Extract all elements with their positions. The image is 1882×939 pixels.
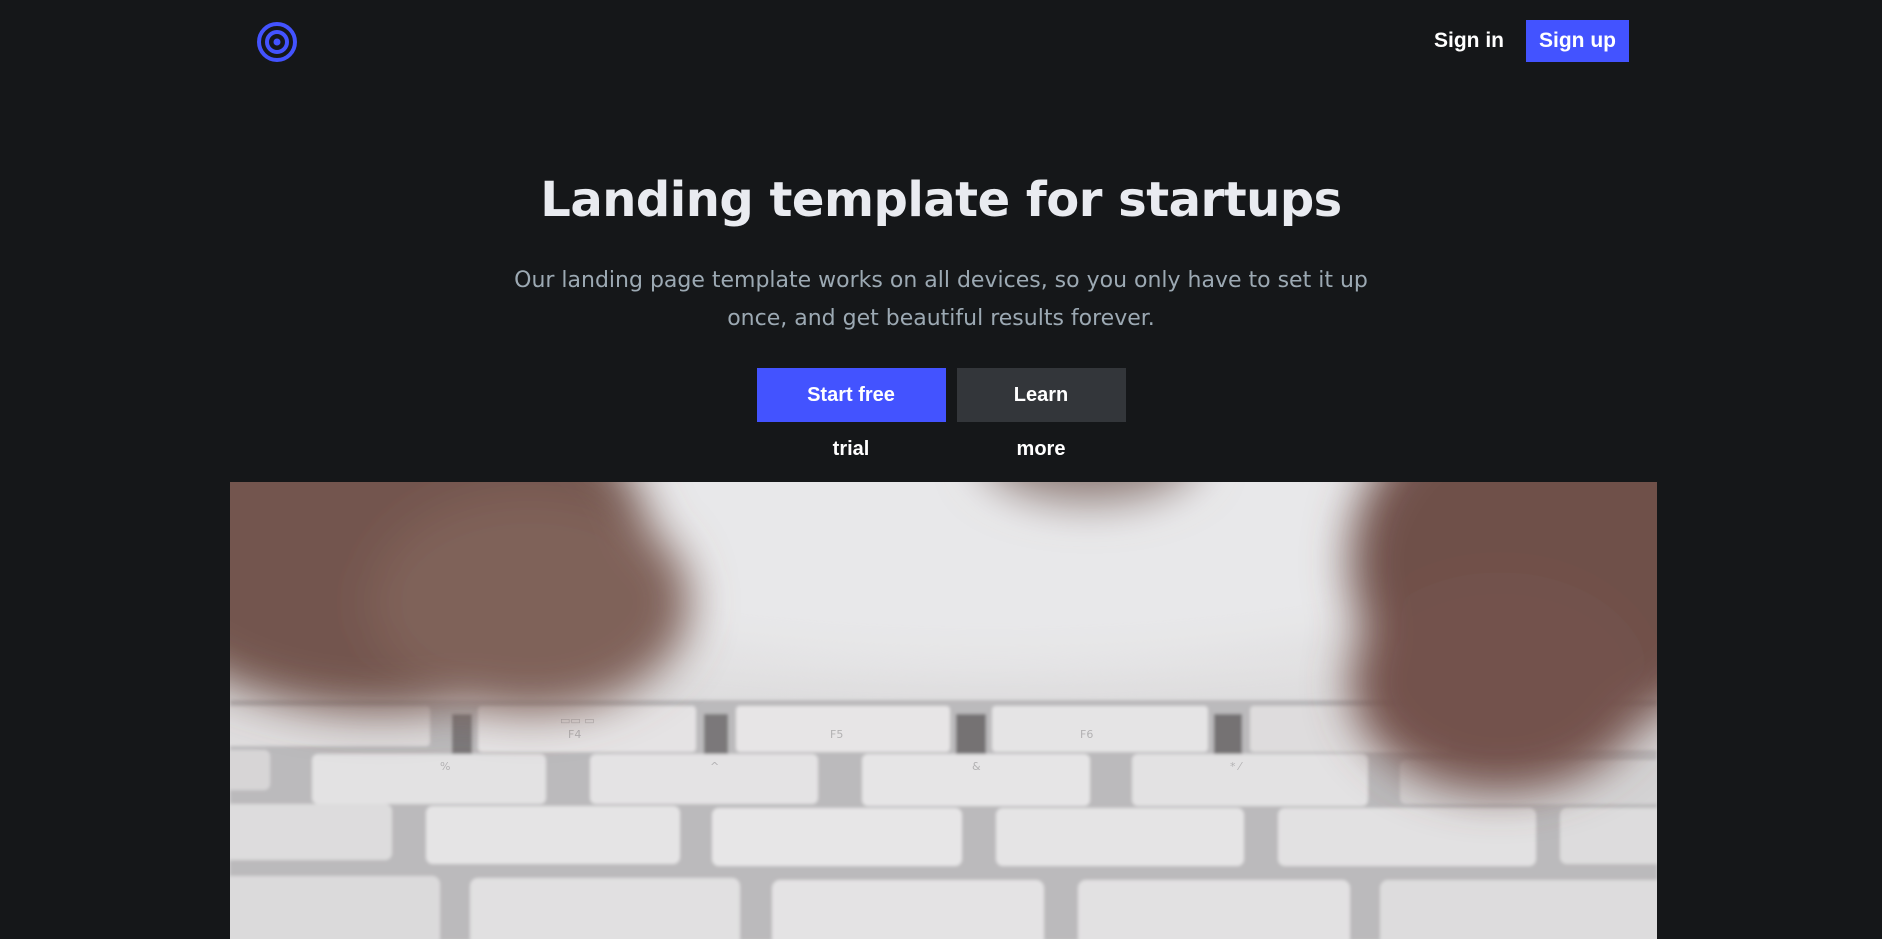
cta-group: Start free trial Learn more	[0, 368, 1882, 460]
learn-more-button[interactable]: Learn more	[956, 368, 1126, 460]
sign-up-button[interactable]: Sign up	[1526, 20, 1629, 62]
landing-page: Sign in Sign up Landing template for sta…	[0, 0, 1882, 939]
hero-subtitle: Our landing page template works on all d…	[514, 268, 1368, 331]
hero-subtitle-wrap: Our landing page template works on all d…	[0, 262, 1882, 338]
start-free-trial-button[interactable]: Start free trial	[756, 368, 946, 460]
target-logo-icon[interactable]	[256, 21, 298, 63]
sign-in-link[interactable]: Sign in	[1418, 20, 1520, 62]
site-header: Sign in Sign up	[0, 0, 1882, 82]
keyboard-typing-photo: ▭▭ ▭ F4 F5 F6 % ^ & * ⁄	[230, 482, 1657, 939]
hero-title: Landing template for startups	[540, 172, 1342, 228]
